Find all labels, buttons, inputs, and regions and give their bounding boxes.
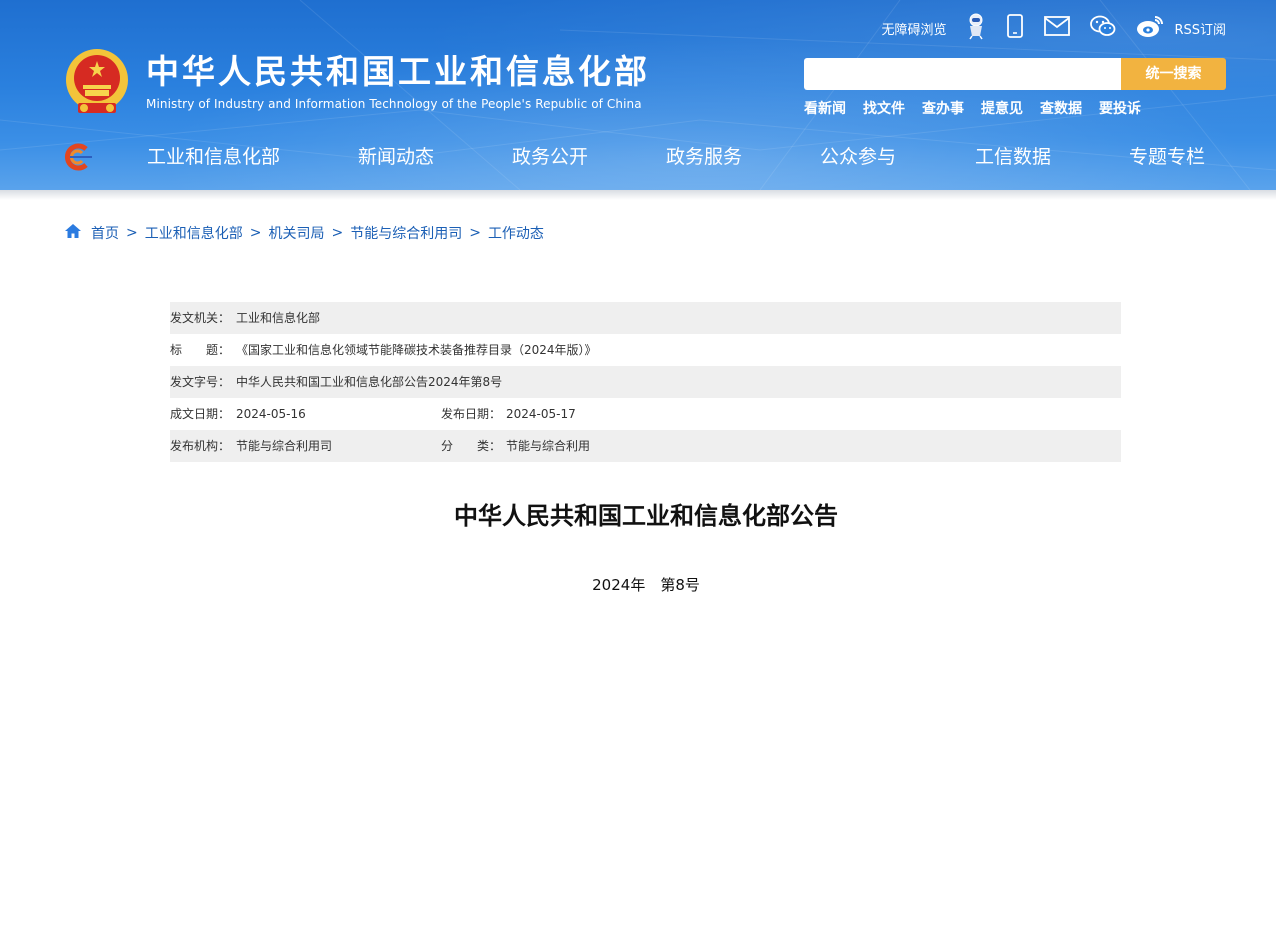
miit-logo-icon[interactable]: [62, 143, 92, 171]
site-title: 中华人民共和国工业和信息化部: [146, 52, 650, 91]
meta-label-category: 分 类：: [441, 439, 502, 453]
meta-row-title: 标 题： 《国家工业和信息化领域节能降碳技术装备推荐目录（2024年版）》: [170, 334, 1121, 366]
accessibility-link[interactable]: 无障碍浏览: [881, 19, 946, 38]
breadcrumb-separator: >: [469, 225, 481, 241]
meta-label-doc-number: 发文字号：: [170, 375, 231, 389]
search-button[interactable]: 统一搜索: [1121, 58, 1226, 90]
meta-label-written-date: 成文日期：: [170, 407, 231, 421]
meta-value-category: 节能与综合利用: [506, 439, 591, 453]
meta-value-title: 《国家工业和信息化领域节能降碳技术装备推荐目录（2024年版）》: [236, 343, 597, 357]
meta-row-org: 发布机构： 节能与综合利用司 分 类： 节能与综合利用: [170, 430, 1121, 462]
meta-label-title: 标 题：: [170, 343, 231, 357]
meta-row-dates: 成文日期： 2024-05-16 发布日期： 2024-05-17: [170, 398, 1121, 430]
quick-link-files[interactable]: 找文件: [863, 98, 905, 118]
meta-row-doc-number: 发文字号： 中华人民共和国工业和信息化部公告2024年第8号: [170, 366, 1121, 398]
meta-value-org: 节能与综合利用司: [236, 439, 333, 453]
quick-links: 看新闻 找文件 查办事 提意见 查数据 要投诉: [804, 98, 1141, 118]
nav-item-gov-services[interactable]: 政务服务: [666, 142, 742, 169]
meta-value-doc-number: 中华人民共和国工业和信息化部公告2024年第8号: [236, 375, 503, 389]
document-title: 中华人民共和国工业和信息化部公告: [454, 502, 838, 530]
document-number: 2024年 第8号: [592, 576, 700, 594]
meta-value-issuer: 工业和信息化部: [236, 311, 321, 325]
breadcrumb-separator: >: [249, 225, 262, 241]
meta-value-publish-date: 2024-05-17: [506, 407, 576, 421]
search-input[interactable]: [804, 58, 1122, 90]
nav-item-data[interactable]: 工信数据: [975, 142, 1051, 169]
mail-icon[interactable]: [1044, 16, 1071, 40]
breadcrumb: 首页 > 工业和信息化部 > 机关司局 > 节能与综合利用司 > 工作动态: [64, 223, 544, 243]
breadcrumb-separator: >: [126, 225, 138, 241]
quick-link-services[interactable]: 查办事: [922, 98, 964, 118]
accessibility-robot-icon[interactable]: [966, 12, 986, 44]
nav-item-ministry[interactable]: 工业和信息化部: [147, 142, 280, 169]
nav-item-gov-affairs-open[interactable]: 政务公开: [512, 142, 588, 169]
nav-item-public-participation[interactable]: 公众参与: [820, 142, 896, 169]
main-nav: 工业和信息化部 新闻动态 政务公开 政务服务 公众参与 工信数据 专题专栏: [0, 138, 1276, 172]
breadcrumb-energy-dept[interactable]: 节能与综合利用司: [350, 223, 462, 243]
quick-link-data[interactable]: 查数据: [1040, 98, 1082, 118]
site-header: 中华人民共和国工业和信息化部 Ministry of Industry and …: [0, 0, 1276, 190]
breadcrumb-work-updates[interactable]: 工作动态: [488, 223, 544, 243]
breadcrumb-separator: >: [331, 225, 344, 241]
meta-row-issuer: 发文机关： 工业和信息化部: [170, 302, 1121, 334]
home-icon[interactable]: [64, 223, 82, 243]
header-shadow: [0, 190, 1276, 200]
breadcrumb-home[interactable]: 首页: [91, 223, 119, 243]
top-utility-links: 无障碍浏览 RSS订阅: [881, 12, 1226, 44]
nav-item-news[interactable]: 新闻动态: [358, 142, 434, 169]
meta-value-written-date: 2024-05-16: [236, 407, 306, 421]
quick-link-news[interactable]: 看新闻: [804, 98, 846, 118]
mobile-icon[interactable]: [1006, 14, 1024, 42]
site-subtitle-en: Ministry of Industry and Information Tec…: [146, 97, 642, 111]
breadcrumb-ministry[interactable]: 工业和信息化部: [145, 223, 243, 243]
meta-label-org: 发布机构：: [170, 439, 231, 453]
quick-link-complaint[interactable]: 要投诉: [1099, 98, 1141, 118]
breadcrumb-departments[interactable]: 机关司局: [268, 223, 324, 243]
wechat-icon[interactable]: [1090, 15, 1116, 41]
national-emblem-icon: [66, 49, 128, 113]
nav-item-special-topics[interactable]: 专题专栏: [1129, 142, 1205, 169]
quick-link-feedback[interactable]: 提意见: [981, 98, 1023, 118]
meta-label-issuer: 发文机关：: [170, 311, 231, 325]
rss-link[interactable]: RSS订阅: [1174, 19, 1226, 38]
weibo-icon[interactable]: [1136, 14, 1164, 42]
meta-label-publish-date: 发布日期：: [441, 407, 502, 421]
document-metadata-table: 发文机关： 工业和信息化部 标 题： 《国家工业和信息化领域节能降碳技术装备推荐…: [170, 302, 1121, 462]
